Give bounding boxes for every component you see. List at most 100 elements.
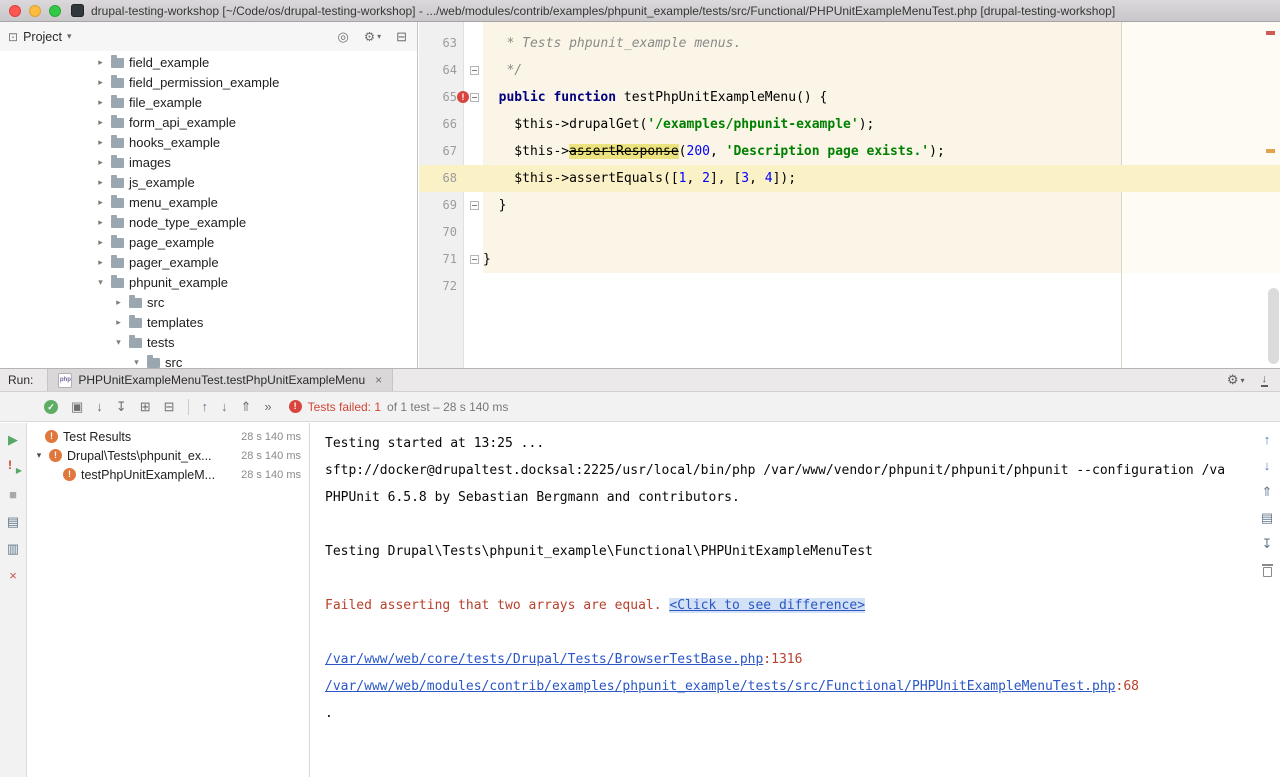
console-output[interactable]: Testing started at 13:25 ...sftp://docke… — [311, 423, 1280, 777]
close-window-icon[interactable] — [9, 5, 21, 17]
clear-console-icon[interactable] — [1263, 567, 1272, 577]
show-passed-icon[interactable]: ✓ — [44, 400, 58, 414]
project-tree-item[interactable]: ▸field_permission_example — [0, 72, 417, 92]
test-failed-gutter-icon[interactable]: ! — [457, 91, 469, 103]
chevron-right-icon[interactable]: ▸ — [95, 157, 106, 168]
test-history-icon[interactable]: ▤ — [7, 515, 19, 528]
chevron-down-icon[interactable]: ▾ — [34, 450, 44, 461]
soft-wrap-icon[interactable]: ▤ — [1261, 511, 1273, 524]
editor-line[interactable]: 72 — [419, 273, 1280, 300]
import-test-results-icon[interactable]: ⇑ — [241, 400, 252, 413]
editor-line[interactable]: 70 — [419, 219, 1280, 246]
chevron-right-icon[interactable]: ▸ — [95, 137, 106, 148]
editor-line[interactable]: 66 $this->drupalGet('/examples/phpunit-e… — [419, 111, 1280, 138]
fold-marker-icon[interactable] — [470, 66, 479, 75]
project-tree-item[interactable]: ▸menu_example — [0, 192, 417, 212]
close-run-panel-icon[interactable]: × — [9, 569, 17, 582]
rerun-failed-tests-icon[interactable]: !▶ — [6, 460, 20, 474]
hide-panel-icon[interactable]: ↓ — [1261, 374, 1269, 387]
diff-link[interactable]: <Click to see difference> — [669, 598, 865, 613]
warning-stripe-mark[interactable] — [1266, 149, 1275, 153]
toggle-console-icon[interactable]: ▣ — [71, 400, 83, 413]
project-tree-item[interactable]: ▸templates — [0, 312, 417, 332]
chevron-right-icon[interactable]: ▸ — [95, 177, 106, 188]
chevron-right-icon[interactable]: ▸ — [95, 117, 106, 128]
test-tree-item[interactable]: ▾!Drupal\Tests\phpunit_ex...28 s 140 ms — [28, 446, 309, 465]
project-item-label: file_example — [129, 95, 202, 110]
run-left-strip: ▶ !▶ ■ ▤ ▥ × — [0, 423, 27, 777]
project-tree-item[interactable]: ▾phpunit_example — [0, 272, 417, 292]
project-tree-item[interactable]: ▸src — [0, 292, 417, 312]
chevron-right-icon[interactable]: ▸ — [95, 57, 106, 68]
project-header-label[interactable]: Project — [23, 30, 62, 44]
editor-line[interactable]: 67 $this->assertResponse(200, 'Descripti… — [419, 138, 1280, 165]
export-icon[interactable]: ⇑ — [1262, 485, 1273, 498]
chevron-right-icon[interactable]: ▸ — [95, 197, 106, 208]
project-tree-item[interactable]: ▸field_example — [0, 52, 417, 72]
console-output-icon[interactable]: ▥ — [7, 542, 19, 555]
chevron-down-icon[interactable]: ▾ — [113, 337, 124, 348]
scroll-to-end-icon[interactable]: ↧ — [1262, 537, 1273, 550]
chevron-right-icon[interactable]: ▸ — [113, 297, 124, 308]
editor-line[interactable]: 65! public function testPhpUnitExampleMe… — [419, 84, 1280, 111]
editor-line[interactable]: 68 $this->assertEquals([1, 2], [3, 4]); — [419, 165, 1280, 192]
fold-marker-icon[interactable] — [470, 255, 479, 264]
settings-gear-icon[interactable]: ⚙▾ — [1227, 372, 1245, 388]
rerun-test-icon[interactable]: ▶ — [8, 433, 18, 446]
chevron-right-icon[interactable]: ▸ — [95, 77, 106, 88]
project-tree-item[interactable]: ▸hooks_example — [0, 132, 417, 152]
up-stacktrace-icon[interactable]: ↑ — [1264, 433, 1271, 446]
project-tree-item[interactable]: ▸ js_example — [0, 172, 417, 192]
down-stacktrace-icon[interactable]: ↓ — [1264, 459, 1271, 472]
project-tree-item[interactable]: ▸images — [0, 152, 417, 172]
chevron-right-icon[interactable]: ▸ — [113, 317, 124, 328]
editor-scrollbar-thumb[interactable] — [1268, 288, 1279, 364]
line-number: 70 — [419, 219, 457, 246]
editor-line[interactable]: 63 * Tests phpunit_example menus. — [419, 30, 1280, 57]
project-tree-item[interactable]: ▸ file_example — [0, 92, 417, 112]
editor-line[interactable]: 71} — [419, 246, 1280, 273]
folder-icon — [111, 258, 124, 268]
fold-marker-icon[interactable] — [470, 93, 479, 102]
run-tab[interactable]: php PHPUnitExampleMenuTest.testPhpUnitEx… — [47, 369, 393, 391]
test-tree-item[interactable]: !testPhpUnitExampleM...28 s 140 ms — [28, 465, 309, 484]
more-options-icon[interactable]: » — [264, 400, 271, 413]
collapse-all-icon[interactable]: ⊟ — [164, 400, 175, 413]
expand-all-icon[interactable]: ⊞ — [140, 400, 151, 413]
project-tree-item[interactable]: ▸form_api_example — [0, 112, 417, 132]
project-tree-item[interactable]: ▸pager_example — [0, 252, 417, 272]
sort-alphabetically-icon[interactable]: ↓ — [96, 400, 103, 413]
settings-gear-icon[interactable]: ⚙▾ — [364, 29, 381, 44]
stop-icon[interactable]: ■ — [9, 488, 17, 501]
project-tree-item[interactable]: ▸node_type_example — [0, 212, 417, 232]
collapse-all-icon[interactable]: ⊟ — [396, 30, 407, 43]
chevron-right-icon[interactable]: ▸ — [95, 217, 106, 228]
chevron-right-icon[interactable]: ▸ — [95, 237, 106, 248]
editor-line[interactable]: 69 } — [419, 192, 1280, 219]
chevron-down-icon[interactable]: ▾ — [67, 31, 72, 42]
chevron-down-icon[interactable]: ▾ — [131, 357, 142, 368]
previous-failed-test-icon[interactable]: ↑ — [202, 400, 209, 413]
tests-summary-text: of 1 test – 28 s 140 ms — [387, 400, 508, 414]
editor[interactable]: 63 * Tests phpunit_example menus.64 */65… — [419, 22, 1280, 368]
fold-marker-icon[interactable] — [470, 201, 479, 210]
chevron-right-icon[interactable]: ▸ — [95, 257, 106, 268]
project-item-label: js_example — [129, 175, 195, 190]
file-link[interactable]: /var/www/web/core/tests/Drupal/Tests/Bro… — [325, 652, 763, 667]
test-tree-item[interactable]: !Test Results28 s 140 ms — [28, 427, 309, 446]
zoom-window-icon[interactable] — [49, 5, 61, 17]
editor-line[interactable]: 64 */ — [419, 57, 1280, 84]
next-failed-test-icon[interactable]: ↓ — [221, 400, 228, 413]
chevron-right-icon[interactable]: ▸ — [95, 97, 106, 108]
locate-file-icon[interactable]: ◎ — [338, 30, 349, 43]
project-tree-item[interactable]: ▸page_example — [0, 232, 417, 252]
folder-icon — [111, 238, 124, 248]
file-link[interactable]: /var/www/web/modules/contrib/examples/ph… — [325, 679, 1116, 694]
close-tab-icon[interactable]: × — [375, 374, 382, 386]
sort-by-duration-icon[interactable]: ↧ — [116, 400, 127, 413]
project-tree-item[interactable]: ▾src — [0, 352, 417, 368]
minimize-window-icon[interactable] — [29, 5, 41, 17]
chevron-down-icon[interactable]: ▾ — [95, 277, 106, 288]
error-stripe-mark[interactable] — [1266, 31, 1275, 35]
project-tree-item[interactable]: ▾tests — [0, 332, 417, 352]
